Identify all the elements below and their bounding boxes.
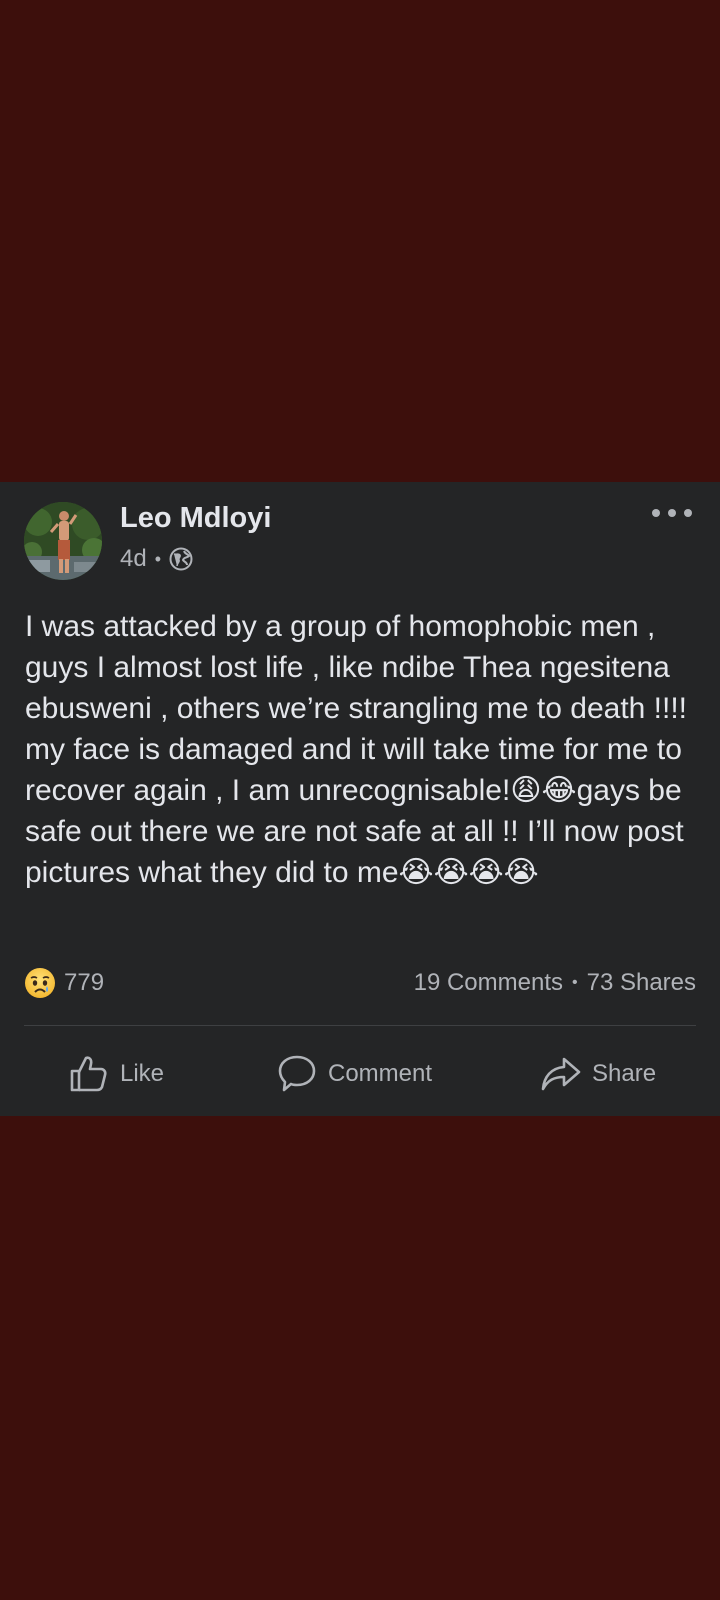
counts-separator: • (571, 974, 578, 991)
sad-reaction-icon (25, 968, 55, 998)
like-button[interactable]: Like (68, 1032, 164, 1116)
share-arrow-icon (541, 1057, 581, 1091)
shares-count[interactable]: 73 Shares (587, 969, 696, 997)
avatar[interactable] (24, 502, 102, 580)
share-button[interactable]: Share (540, 1032, 656, 1116)
comments-count[interactable]: 19 Comments (414, 969, 563, 997)
meta-separator: • (154, 548, 162, 569)
reactions-summary[interactable]: 779 (24, 966, 104, 1000)
post-card: Leo Mdloyi 4d • I was attacked by a grou… (0, 482, 720, 1116)
comment-label: Comment (328, 1060, 433, 1087)
globe-icon[interactable] (169, 547, 193, 571)
more-options-icon[interactable] (652, 500, 692, 526)
avatar-photo (24, 502, 102, 580)
divider (24, 1025, 696, 1026)
engagement-counts: 19 Comments • 73 Shares (414, 966, 696, 1000)
thumbs-up-icon (70, 1056, 107, 1092)
comment-icon (278, 1055, 316, 1092)
reaction-count: 779 (64, 969, 105, 996)
post-time[interactable]: 4d (120, 545, 147, 573)
post-text: I was attacked by a group of homophobic … (25, 610, 688, 889)
author-name[interactable]: Leo Mdloyi (120, 502, 271, 535)
like-label: Like (120, 1060, 165, 1087)
share-label: Share (592, 1060, 657, 1087)
action-bar: Like Comment Share (0, 1032, 720, 1116)
comment-button[interactable]: Comment (276, 1032, 432, 1116)
post-meta: 4d • (120, 544, 193, 574)
